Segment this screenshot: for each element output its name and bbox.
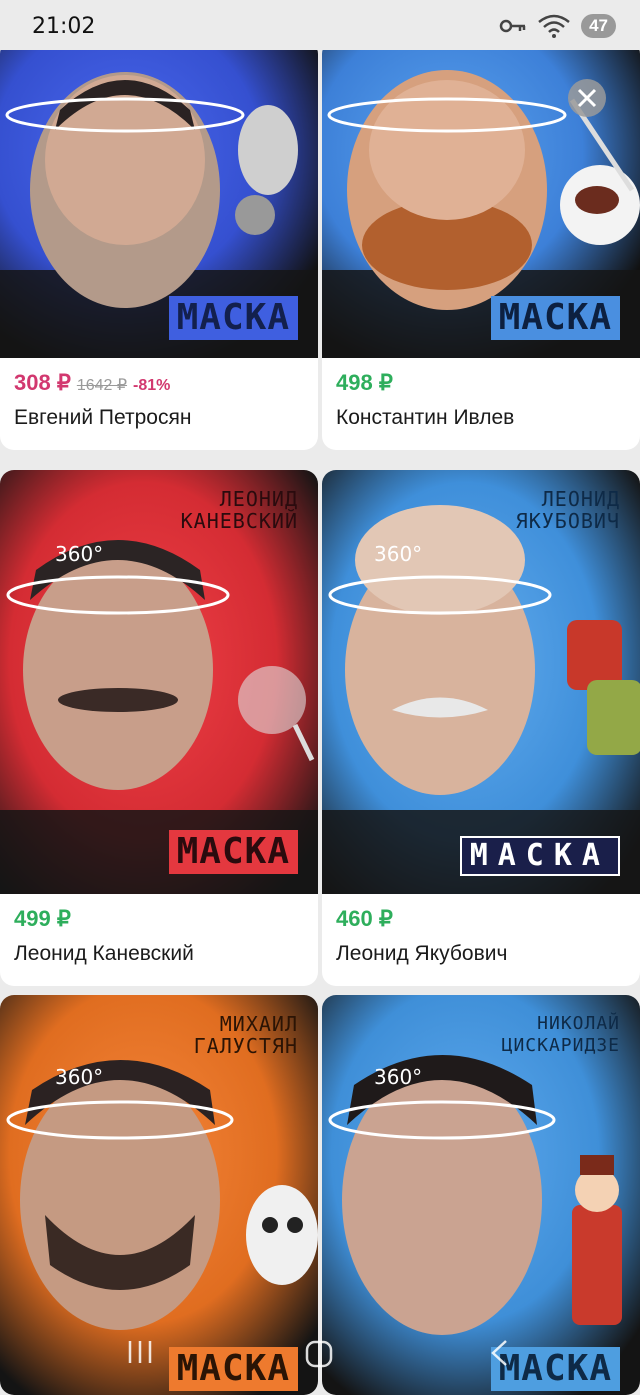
price: 499 ₽	[14, 906, 71, 931]
name-tag: НИКОЛАЙ ЦИСКАРИДЗЕ	[501, 1013, 620, 1056]
rotation-label: 360°	[374, 542, 423, 566]
brand-label: МАСКА	[168, 830, 298, 874]
product-title[interactable]: Леонид Каневский	[14, 942, 304, 966]
product-card[interactable]: 360° ЛЕОНИД ЯКУБОВИЧ МАСКА 460 ₽ Леонид …	[322, 470, 640, 986]
discount-badge: -81%	[133, 377, 171, 394]
rotation-label: 360°	[55, 542, 104, 566]
product-card[interactable]: 360° ЛЕОНИД КАНЕВСКИЙ МАСКА 499 ₽ Леонид…	[0, 470, 318, 986]
status-time: 21:02	[32, 14, 96, 39]
old-price: 1642 ₽	[76, 377, 128, 394]
product-image[interactable]: МАСКА	[322, 40, 640, 358]
key-icon	[499, 19, 526, 33]
price: 498 ₽	[336, 370, 393, 395]
product-image[interactable]: 360° ЛЕОНИД ЯКУБОВИЧ МАСКА	[322, 470, 640, 894]
product-image[interactable]: МАСКА	[0, 40, 318, 358]
rotation-label: 360°	[374, 1065, 423, 1089]
home-icon[interactable]	[304, 1339, 334, 1369]
rotation-label: 360°	[55, 1065, 104, 1089]
product-card[interactable]: МАСКА 308 ₽ 1642 ₽ -81% Евгений Петросян	[0, 40, 318, 450]
product-card[interactable]: МАСКА 498 ₽ Константин Ивлев	[322, 40, 640, 450]
price: 308 ₽	[14, 370, 71, 395]
recent-apps-icon[interactable]	[126, 1339, 154, 1365]
brand-label: МАСКА	[459, 836, 620, 876]
price: 460 ₽	[336, 906, 393, 931]
back-icon[interactable]	[488, 1339, 510, 1367]
product-title[interactable]: Леонид Якубович	[336, 942, 626, 966]
product-title[interactable]: Евгений Петросян	[14, 406, 304, 430]
name-tag: ЛЕОНИД КАНЕВСКИЙ	[180, 487, 298, 533]
product-title[interactable]: Константин Ивлев	[336, 406, 626, 430]
brand-label: МАСКА	[490, 296, 620, 340]
battery-badge: 47	[581, 14, 616, 38]
status-bar: 21:02 47	[0, 0, 640, 50]
name-tag: МИХАИЛ ГАЛУСТЯН	[193, 1012, 298, 1058]
system-nav-bar	[0, 1317, 640, 1387]
close-icon[interactable]	[567, 78, 607, 118]
brand-label: МАСКА	[168, 296, 298, 340]
product-image[interactable]: 360° ЛЕОНИД КАНЕВСКИЙ МАСКА	[0, 470, 318, 894]
wifi-icon	[538, 14, 570, 38]
name-tag: ЛЕОНИД ЯКУБОВИЧ	[515, 487, 620, 533]
